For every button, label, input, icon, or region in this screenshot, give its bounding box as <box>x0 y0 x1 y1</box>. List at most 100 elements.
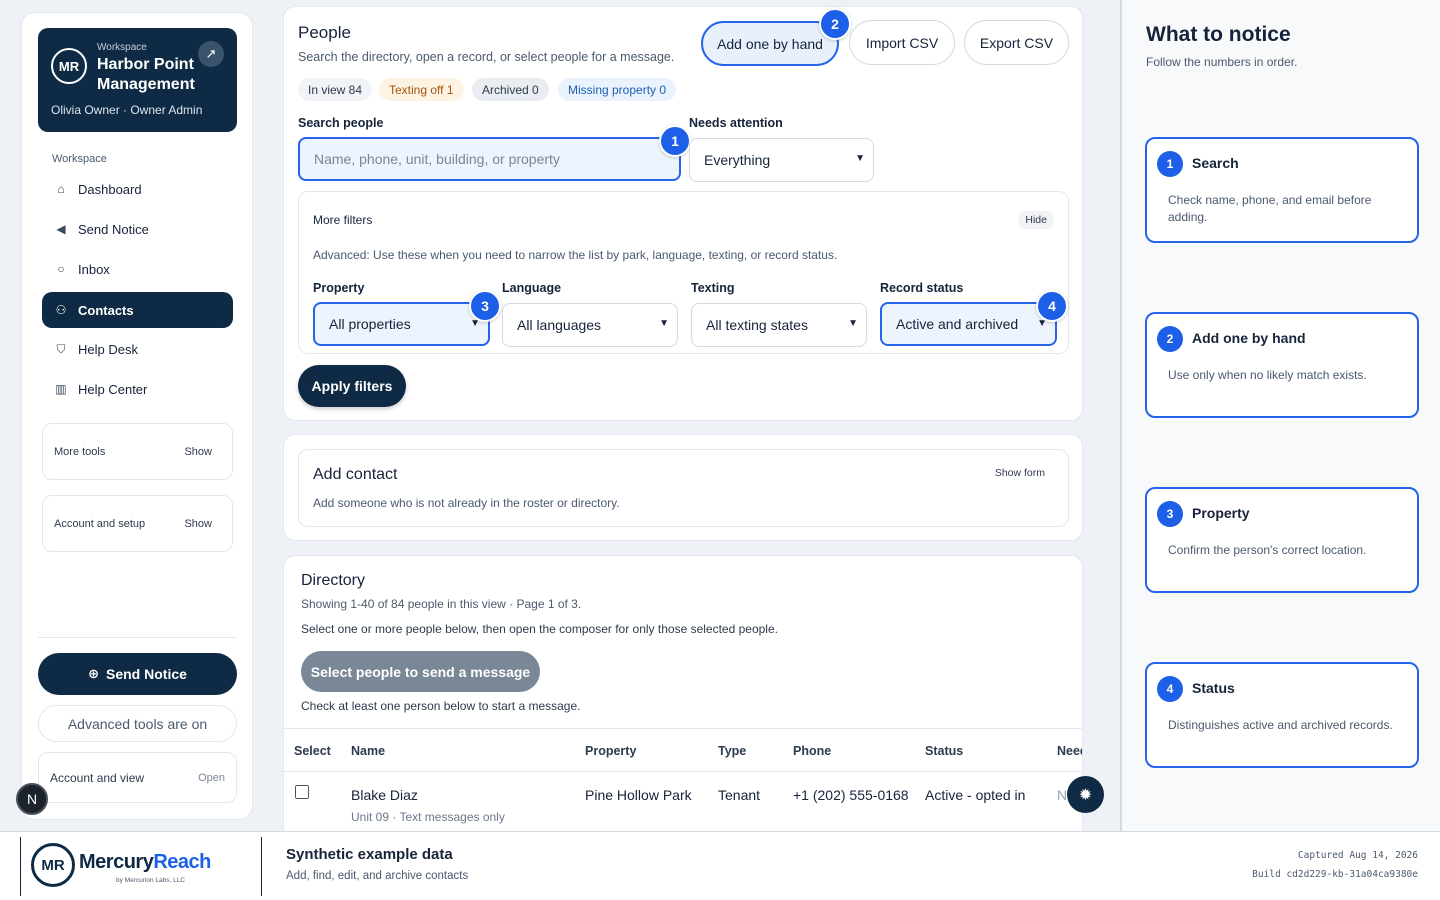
footer-subtitle: Add, find, edit, and archive contacts <box>286 870 469 882</box>
more-tools-label: More tools <box>54 446 106 458</box>
step-badge-2: 2 <box>819 8 851 40</box>
table-divider <box>284 728 1082 729</box>
send-notice-label: Send Notice <box>106 666 187 682</box>
needs-attention-label: Needs attention <box>689 116 783 130</box>
notice-step-2: 2 Add one by hand Use only when no likel… <box>1145 312 1419 418</box>
brand-byline: by Mercurion Labs, LLC <box>116 877 186 884</box>
add-contact-box: Add contact Add someone who is not alrea… <box>298 449 1069 527</box>
build-id: Build cd2d229-kb-31a04ca9380e <box>1252 869 1418 880</box>
step-number: 4 <box>1157 676 1183 702</box>
capture-date: Captured Aug 14, 2026 <box>1297 850 1418 861</box>
megaphone-icon: ◀ <box>56 222 66 236</box>
workspace-name: Harbor Point Management <box>97 56 195 93</box>
book-icon: ▥ <box>55 382 67 396</box>
more-tools-box[interactable]: More tools Show <box>42 423 233 480</box>
property-select[interactable]: All properties ▼ <box>313 302 490 346</box>
notice-step-1: 1 Search Check name, phone, and email be… <box>1145 137 1419 243</box>
table-divider <box>284 771 1082 772</box>
brand-logo: MR MercuryReach by Mercurion Labs, LLC <box>20 837 262 896</box>
step-title: Status <box>1192 680 1235 696</box>
language-select[interactable]: All languages ▼ <box>502 303 678 347</box>
directory-instructions: Select one or more people below, then op… <box>301 622 778 636</box>
select-people-message-button[interactable]: Select people to send a message <box>301 651 540 692</box>
record-status-select[interactable]: Active and archived ▼ <box>880 302 1057 346</box>
step-description: Check name, phone, and email before addi… <box>1168 193 1372 224</box>
row-name[interactable]: Blake Diaz <box>351 787 418 803</box>
column-header-status[interactable]: Status <box>925 744 963 758</box>
sidebar-item-contacts[interactable]: ⚇ Contacts <box>42 292 233 328</box>
needs-attention-value: Everything <box>704 152 771 168</box>
step-description: Confirm the person's correct location. <box>1168 543 1367 557</box>
notice-step-4: 4 Status Distinguishes active and archiv… <box>1145 662 1419 768</box>
advanced-tools-button[interactable]: Advanced tools are on <box>38 705 237 742</box>
notice-subtitle: Follow the numbers in order. <box>1146 55 1298 69</box>
sidebar-item-send-notice[interactable]: ◀ Send Notice <box>42 211 233 247</box>
footer-title: Synthetic example data <box>286 846 453 863</box>
bug-report-icon[interactable]: ✹ <box>1067 776 1104 813</box>
export-csv-button[interactable]: Export CSV <box>964 20 1069 65</box>
step-description: Use only when no likely match exists. <box>1168 368 1367 382</box>
people-subtitle: Search the directory, open a record, or … <box>298 50 675 64</box>
sidebar-item-label: Inbox <box>78 261 110 277</box>
more-filters-box: More filters Hide Advanced: Use these wh… <box>298 191 1069 354</box>
account-setup-label: Account and setup <box>54 518 146 530</box>
column-header-property[interactable]: Property <box>585 744 636 758</box>
chat-icon: ○ <box>57 262 65 276</box>
add-contact-panel: Add contact Add someone who is not alrea… <box>283 434 1083 541</box>
account-setup-box[interactable]: Account and setup Show <box>42 495 233 552</box>
column-header-type[interactable]: Type <box>718 744 746 758</box>
sidebar-item-help-desk[interactable]: ⛉ Help Desk <box>42 331 233 367</box>
home-icon: ⌂ <box>57 182 65 196</box>
step-badge-3: 3 <box>469 290 501 322</box>
apply-filters-button[interactable]: Apply filters <box>298 365 406 407</box>
step-title: Search <box>1192 155 1239 171</box>
brand-name: MercuryReach <box>79 851 211 874</box>
import-csv-button[interactable]: Import CSV <box>849 20 955 65</box>
column-header-phone[interactable]: Phone <box>793 744 831 758</box>
step-badge-1: 1 <box>659 125 691 157</box>
pill-in-view[interactable]: In view 84 <box>298 78 373 101</box>
sidebar: MR Workspace Harbor Point Management Oli… <box>21 12 253 820</box>
add-one-by-hand-button[interactable]: Add one by hand <box>701 21 839 66</box>
row-property: Pine Hollow Park <box>585 787 692 803</box>
pill-archived[interactable]: Archived 0 <box>472 78 549 101</box>
column-header-need[interactable]: Need <box>1057 744 1082 758</box>
add-contact-title: Add contact <box>313 466 398 483</box>
account-view-open[interactable]: Open <box>198 772 225 784</box>
record-status-value: Active and archived <box>896 316 1019 332</box>
sidebar-item-dashboard[interactable]: ⌂ Dashboard <box>42 171 233 207</box>
hide-filters-button[interactable]: Hide <box>1018 211 1054 229</box>
texting-value: All texting states <box>706 317 808 333</box>
account-view-box[interactable]: Account and view Open <box>38 752 237 803</box>
directory-panel: Directory Showing 1-40 of 84 people in t… <box>283 555 1083 831</box>
sidebar-item-help-center[interactable]: ▥ Help Center <box>42 371 233 407</box>
sidebar-item-inbox[interactable]: ○ Inbox <box>42 251 233 287</box>
row-phone: +1 (202) 555-0168 <box>793 787 909 803</box>
external-link-icon[interactable]: ↗ <box>198 41 224 67</box>
pill-texting-off[interactable]: Texting off 1 <box>379 78 464 101</box>
brand-name-a: Mercury <box>79 851 154 873</box>
sidebar-item-label: Send Notice <box>78 221 149 237</box>
pill-missing-property[interactable]: Missing property 0 <box>558 78 677 101</box>
texting-select[interactable]: All texting states ▼ <box>691 303 867 347</box>
step-title: Add one by hand <box>1192 330 1306 346</box>
shield-icon: ⛉ <box>56 341 66 356</box>
row-checkbox[interactable] <box>295 785 309 799</box>
language-label: Language <box>502 281 562 295</box>
what-to-notice-panel: What to notice Follow the numbers in ord… <box>1120 0 1440 831</box>
sidebar-item-label: Help Center <box>78 381 148 397</box>
step-number: 2 <box>1157 326 1183 352</box>
send-notice-button[interactable]: ⊕ Send Notice <box>38 653 237 695</box>
search-input[interactable]: Name, phone, unit, building, or property <box>298 137 681 181</box>
needs-attention-select[interactable]: Everything ▼ <box>689 138 874 182</box>
sidebar-item-label: Contacts <box>78 302 134 318</box>
account-setup-show[interactable]: Show <box>184 518 212 530</box>
column-header-name[interactable]: Name <box>351 744 385 758</box>
more-tools-show[interactable]: Show <box>184 446 212 458</box>
workspace-card[interactable]: MR Workspace Harbor Point Management Oli… <box>38 28 237 132</box>
n-badge[interactable]: N <box>16 783 48 815</box>
nav-heading: Workspace <box>52 153 107 165</box>
directory-hint: Check at least one person below to start… <box>301 699 581 713</box>
show-form-button[interactable]: Show form <box>995 467 1045 479</box>
step-number: 3 <box>1157 501 1183 527</box>
